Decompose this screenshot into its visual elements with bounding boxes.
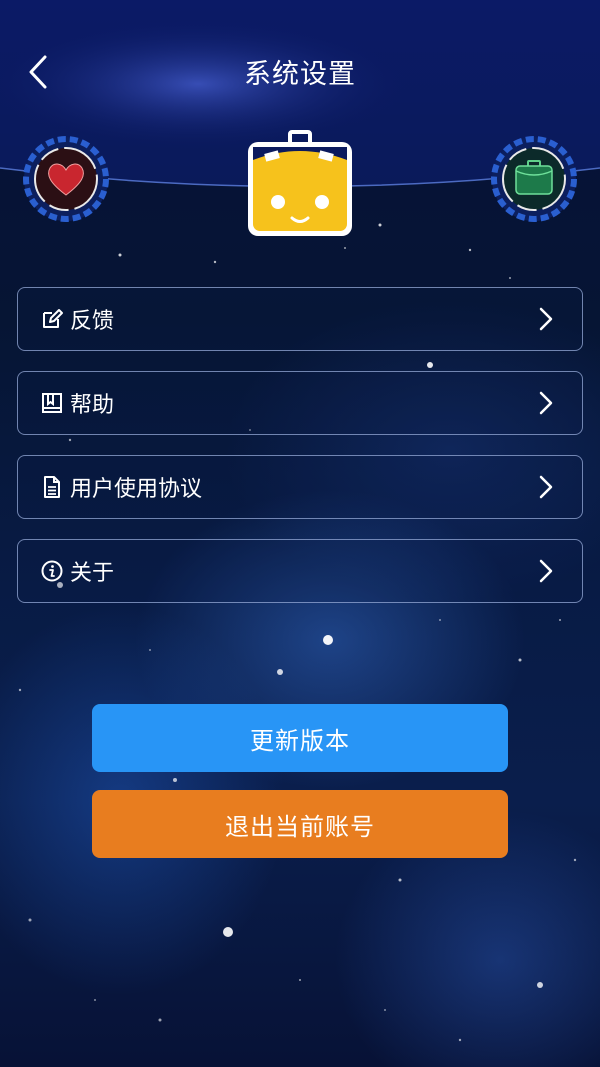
document-icon (40, 475, 64, 499)
info-icon (40, 559, 64, 583)
menu-item-label: 反馈 (70, 309, 115, 334)
page-title: 系统设置 (244, 59, 356, 90)
chevron-right-icon (539, 475, 553, 499)
menu-item-about[interactable]: 关于 (17, 539, 583, 603)
menu-item-label: 关于 (70, 561, 115, 586)
menu-item-help[interactable]: 帮助 (17, 371, 583, 435)
menu-item-feedback[interactable]: 反馈 (17, 287, 583, 351)
settings-menu: 反馈 帮助 用户使用协议 关于 (17, 287, 583, 623)
book-icon (40, 391, 64, 415)
heart-badge[interactable] (20, 133, 112, 225)
chevron-right-icon (539, 559, 553, 583)
logout-button[interactable]: 退出当前账号 (92, 790, 508, 858)
chevron-right-icon (539, 307, 553, 331)
chevron-right-icon (539, 391, 553, 415)
update-version-button[interactable]: 更新版本 (92, 704, 508, 772)
briefcase-badge[interactable] (488, 133, 580, 225)
mascot-avatar[interactable] (245, 130, 355, 240)
menu-item-label: 用户使用协议 (70, 477, 203, 502)
heart-icon (23, 136, 109, 222)
menu-item-user-agreement[interactable]: 用户使用协议 (17, 455, 583, 519)
menu-item-label: 帮助 (70, 393, 115, 418)
edit-icon (40, 307, 64, 331)
briefcase-icon (491, 136, 577, 222)
mascot-icon (248, 130, 352, 236)
